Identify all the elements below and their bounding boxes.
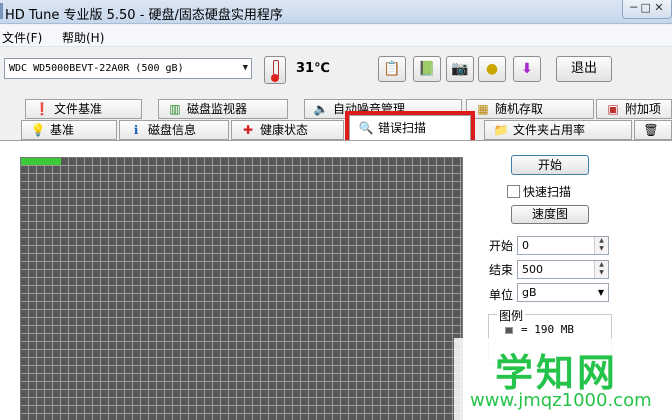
- unit-select[interactable]: gB ▼: [517, 283, 609, 302]
- tab-random-access[interactable]: ▦ 随机存取: [466, 99, 594, 119]
- tab-benchmark[interactable]: 💡 基准: [21, 120, 117, 140]
- speed-map-button[interactable]: 速度图: [511, 205, 589, 224]
- tab-folder-usage[interactable]: 📁 文件夹占用率: [484, 120, 632, 140]
- watermark-title: 学知网: [495, 351, 619, 395]
- watermark-url: www.jmqz1000.com: [470, 390, 652, 411]
- end-label: 结束: [489, 263, 514, 277]
- gold-button[interactable]: ●: [478, 56, 506, 82]
- info-icon: ℹ: [133, 123, 139, 137]
- menu-bar: 文件(F) 帮助(H): [0, 25, 672, 47]
- unit-value: gB: [522, 286, 537, 299]
- quick-scan-checkbox[interactable]: [507, 185, 520, 198]
- start-button[interactable]: 开始: [511, 155, 589, 175]
- gold-icon: ●: [485, 61, 499, 77]
- toolbar: WDC WD5000BEVT-22A0R (500 gB) ▼ 31℃ 📋 📗 …: [0, 48, 672, 92]
- download-icon: ⬇: [521, 61, 533, 77]
- scanned-block: [37, 158, 45, 165]
- speaker-icon: 🔈: [313, 102, 329, 116]
- chevron-down-icon: ▼: [242, 63, 248, 73]
- title-bar: HD Tune 专业版 5.50 - 硬盘/固态硬盘实用程序 ─ □ ✕: [0, 0, 672, 24]
- start-label: 开始: [489, 239, 514, 253]
- copy-all-icon: 📗: [418, 61, 436, 77]
- scanned-block: [21, 158, 29, 165]
- extra-icon: ▣: [607, 102, 619, 116]
- start-input[interactable]: 0 ▲ ▼: [517, 236, 609, 255]
- exit-button[interactable]: 退出: [556, 56, 612, 82]
- save-button[interactable]: ⬇: [513, 56, 541, 82]
- tab-file-benchmark[interactable]: ❗ 文件基准: [25, 99, 142, 119]
- window-title: HD Tune 专业版 5.50 - 硬盘/固态硬盘实用程序: [5, 8, 283, 23]
- lightbulb-icon: 💡: [30, 123, 46, 137]
- chart-icon: ▥: [169, 102, 181, 116]
- start-value: 0: [522, 239, 529, 252]
- chevron-down-icon: ▼: [597, 288, 604, 297]
- drive-select[interactable]: WDC WD5000BEVT-22A0R (500 gB) ▼: [4, 58, 252, 79]
- menu-help[interactable]: 帮助(H): [62, 29, 104, 46]
- copy-all-button[interactable]: 📗: [413, 56, 441, 82]
- spin-arrows-icon[interactable]: ▲ ▼: [594, 261, 608, 278]
- window-controls[interactable]: ─ □ ✕: [622, 0, 672, 19]
- scan-block-map: [20, 157, 463, 420]
- tab-extra[interactable]: ▣ 附加项: [596, 99, 672, 119]
- thermometer-icon: [264, 56, 286, 84]
- tab-disk-monitor[interactable]: ▥ 磁盘监视器: [158, 99, 288, 119]
- drive-select-value: WDC WD5000BEVT-22A0R (500 gB): [9, 63, 184, 74]
- exclamation-icon: ❗: [34, 102, 50, 116]
- copy-button[interactable]: 📋: [378, 56, 406, 82]
- legend-title: 图例: [497, 307, 526, 324]
- quick-scan-label: 快速扫描: [523, 185, 572, 199]
- trash-icon: 🗑: [643, 123, 659, 137]
- end-input[interactable]: 500 ▲ ▼: [517, 260, 609, 279]
- tab-health[interactable]: ✚ 健康状态: [231, 120, 344, 140]
- health-cross-icon: ✚: [242, 123, 254, 137]
- end-value: 500: [522, 263, 543, 276]
- folder-icon: 📁: [493, 123, 509, 137]
- temperature-readout: 31℃: [296, 61, 330, 76]
- menu-file[interactable]: 文件(F): [2, 29, 42, 46]
- camera-icon: 📷: [451, 61, 469, 77]
- scanned-block: [29, 158, 37, 165]
- copy-icon: 📋: [383, 61, 401, 77]
- legend-swatch: [505, 327, 513, 334]
- spin-arrows-icon[interactable]: ▲ ▼: [594, 237, 608, 254]
- scanned-block: [53, 158, 61, 165]
- unit-label: 单位: [489, 288, 514, 302]
- tab-erase[interactable]: 🗑: [634, 120, 672, 140]
- tab-disk-info[interactable]: ℹ 磁盘信息: [119, 120, 229, 140]
- app-icon: [0, 3, 3, 19]
- screenshot-button[interactable]: 📷: [446, 56, 474, 82]
- scanned-block: [45, 158, 53, 165]
- legend-text: = 190 MB: [521, 323, 574, 336]
- random-access-icon: ▦: [477, 102, 489, 116]
